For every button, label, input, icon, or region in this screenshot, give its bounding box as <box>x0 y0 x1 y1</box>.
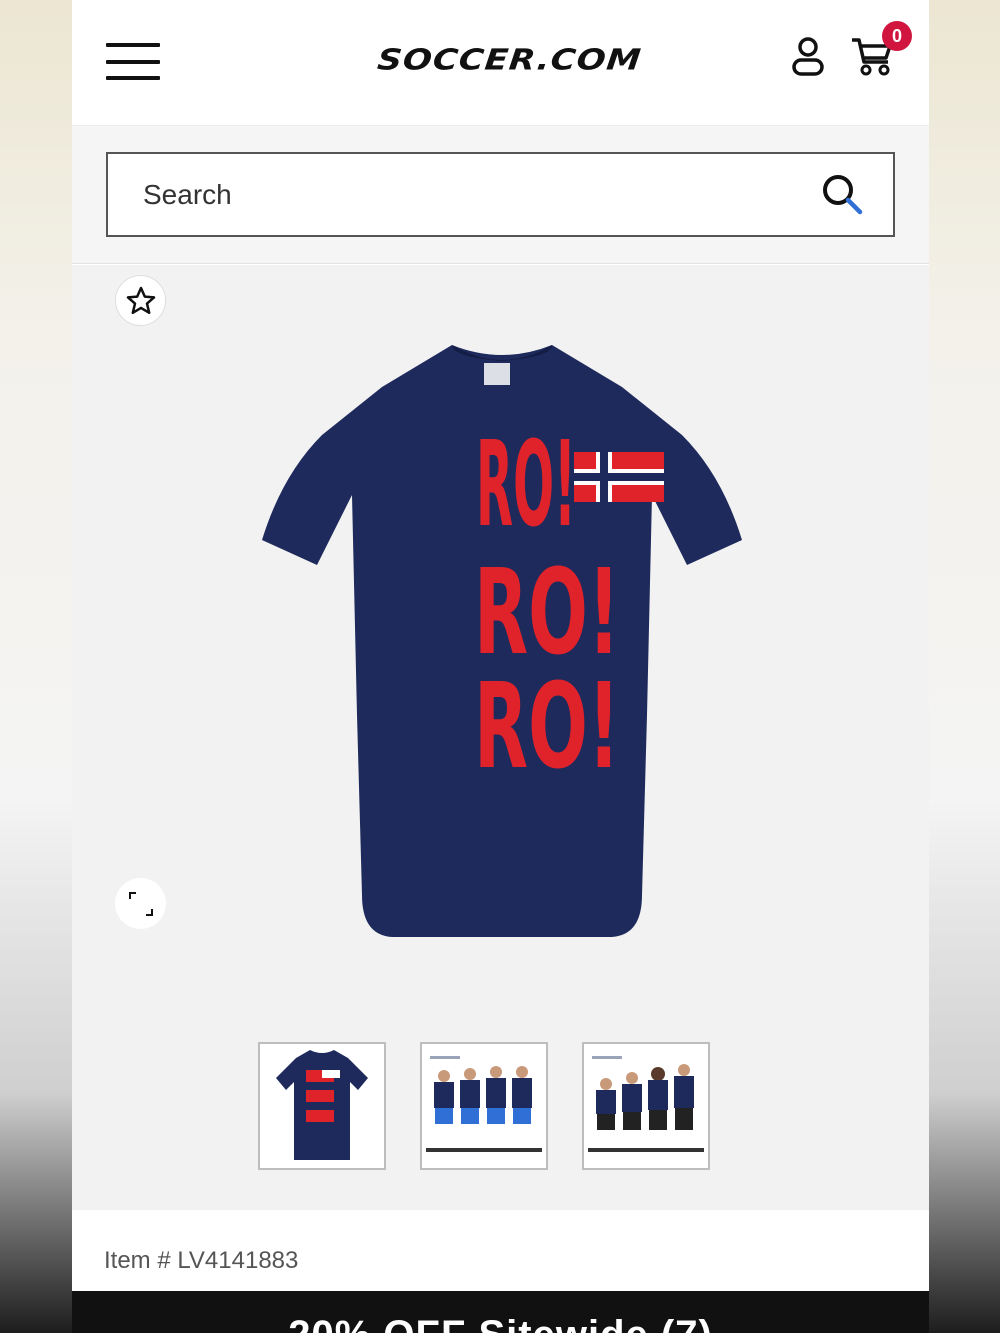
promo-banner[interactable]: 20% OFF Sitewide (7) <box>72 1291 929 1333</box>
thumbnail-strip <box>258 1042 718 1170</box>
shirt-print-line-3: RO! <box>474 657 620 795</box>
search-input[interactable] <box>108 154 808 235</box>
search-box <box>106 152 895 237</box>
search-bar-area <box>72 126 929 264</box>
search-icon[interactable] <box>820 172 866 218</box>
site-logo[interactable]: SOCCER.COM <box>345 40 674 81</box>
shirt-print-line-1: RO! <box>476 415 576 553</box>
promo-text: 20% OFF Sitewide (7) <box>72 1313 929 1333</box>
item-info: Item # LV4141883 <box>72 1211 929 1291</box>
product-gallery: RO! RO! RO! <box>72 265 929 1210</box>
mobile-page: SOCCER.COM 0 Search RO! RO! RO! Item # L… <box>72 0 929 1333</box>
thumbnail-models-2[interactable] <box>582 1042 710 1170</box>
product-main-image[interactable]: RO! RO! RO! <box>252 335 752 945</box>
hamburger-menu-button[interactable] <box>106 43 160 81</box>
cart-count-badge: 0 <box>882 21 912 51</box>
item-number: Item # LV4141883 <box>104 1247 299 1274</box>
site-header: SOCCER.COM 0 <box>72 0 929 126</box>
account-icon[interactable] <box>788 36 828 78</box>
favorite-star-icon[interactable] <box>115 275 166 326</box>
thumbnail-front[interactable] <box>258 1042 386 1170</box>
thumbnail-models-1[interactable] <box>420 1042 548 1170</box>
expand-image-icon[interactable] <box>115 878 166 929</box>
